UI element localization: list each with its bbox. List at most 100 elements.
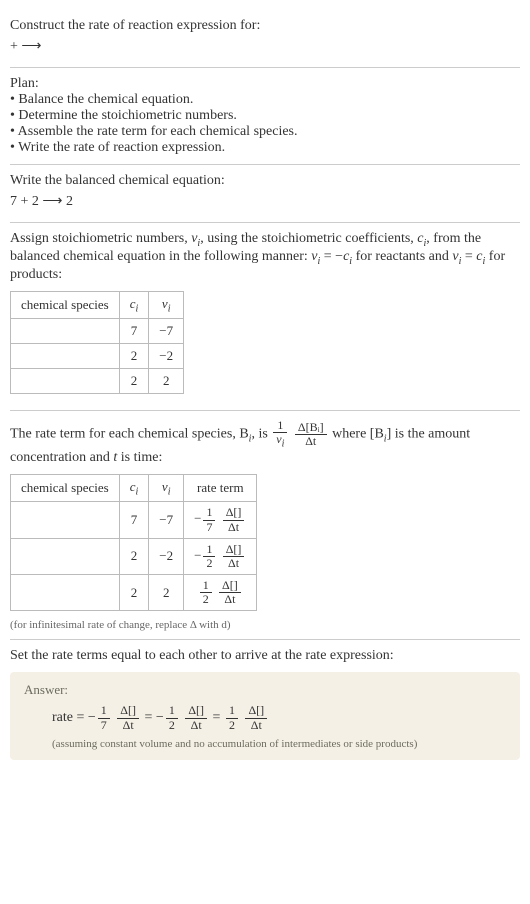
fraction: 12: [166, 704, 178, 731]
answer-expression: rate = −17 Δ[]Δt = −12 Δ[]Δt = 12 Δ[]Δt: [24, 704, 506, 731]
text: The rate term for each chemical species,…: [10, 427, 249, 442]
fraction: 17: [98, 704, 110, 731]
rateterm-section: The rate term for each chemical species,…: [10, 411, 520, 640]
sub-i: i: [282, 439, 285, 450]
plan-item: • Balance the chemical equation.: [10, 92, 520, 108]
equals: =: [145, 710, 156, 725]
fraction: 17: [203, 506, 215, 533]
frac-den: 7: [203, 521, 215, 534]
final-title: Set the rate terms equal to each other t…: [10, 648, 520, 664]
stoich-section: Assign stoichiometric numbers, νi, using…: [10, 223, 520, 411]
table-row: 2 2: [11, 369, 184, 394]
cell-c: 2: [119, 344, 149, 369]
frac-num: 1: [200, 579, 212, 593]
cell-species: [11, 502, 120, 538]
table-row: 7 −7 −17 Δ[]Δt: [11, 502, 257, 538]
frac-num: Δ[]: [117, 704, 139, 718]
frac-den: 7: [98, 719, 110, 732]
frac-num: Δ[]: [185, 704, 207, 718]
cell-c: 7: [119, 502, 149, 538]
fraction: 12: [226, 704, 238, 731]
frac-den: Δt: [245, 719, 267, 732]
frac-den: 2: [200, 593, 212, 606]
text: , using the stoichiometric coefficients,: [200, 231, 417, 246]
frac-num: 1: [203, 543, 215, 557]
cell-species: [11, 344, 120, 369]
frac-num: Δ[Bᵢ]: [295, 421, 327, 435]
stoich-intro: Assign stoichiometric numbers, νi, using…: [10, 231, 520, 283]
cell-nu: −2: [149, 344, 184, 369]
frac-den: Δt: [117, 719, 139, 732]
frac-den: 2: [203, 557, 215, 570]
frac-den: Δt: [219, 593, 241, 606]
frac-den: Δt: [295, 435, 327, 448]
col-rateterm: rate term: [184, 474, 257, 502]
answer-note: (assuming constant volume and no accumul…: [24, 738, 506, 750]
answer-box: Answer: rate = −17 Δ[]Δt = −12 Δ[]Δt = 1…: [10, 672, 520, 759]
cell-rateterm: −17 Δ[]Δt: [184, 502, 257, 538]
sub-i: i: [168, 303, 171, 314]
cell-nu: −7: [149, 502, 184, 538]
answer-title: Answer:: [24, 682, 506, 698]
prompt-section: Construct the rate of reaction expressio…: [10, 8, 520, 68]
cell-nu: −7: [149, 319, 184, 344]
rate-label: rate =: [52, 710, 88, 725]
cell-rateterm: 12 Δ[]Δt: [184, 575, 257, 611]
fraction: Δ[]Δt: [245, 704, 267, 731]
table-row: 2 −2 −12 Δ[]Δt: [11, 538, 257, 574]
table-header-row: chemical species ci νi: [11, 291, 184, 319]
col-species: chemical species: [11, 474, 120, 502]
frac-den: Δt: [223, 557, 245, 570]
table-row: 7 −7: [11, 319, 184, 344]
table-row: 2 −2: [11, 344, 184, 369]
col-species: chemical species: [11, 291, 120, 319]
fraction: Δ[]Δt: [223, 506, 245, 533]
col-ci: ci: [119, 474, 149, 502]
sign: −: [194, 511, 201, 526]
frac-num: 1: [273, 419, 287, 433]
plan-section: Plan: • Balance the chemical equation. •…: [10, 68, 520, 165]
frac-num: Δ[]: [223, 506, 245, 520]
fraction: Δ[]Δt: [219, 579, 241, 606]
text: for reactants and: [352, 249, 452, 264]
prompt-equation: + ⟶: [10, 38, 520, 55]
fraction: 12: [200, 579, 212, 606]
cell-c: 2: [119, 369, 149, 394]
cell-nu: 2: [149, 369, 184, 394]
text: =: [461, 249, 476, 264]
cell-c: 2: [119, 575, 149, 611]
balance-title: Write the balanced chemical equation:: [10, 173, 520, 189]
rateterm-table: chemical species ci νi rate term 7 −7 −1…: [10, 474, 257, 612]
rateterm-caption: (for infinitesimal rate of change, repla…: [10, 619, 520, 631]
text: = −: [320, 249, 343, 264]
frac-den: 2: [166, 719, 178, 732]
plan-item: • Determine the stoichiometric numbers.: [10, 108, 520, 124]
sub-i: i: [136, 303, 139, 314]
plan-item: • Assemble the rate term for each chemic…: [10, 124, 520, 140]
col-nui: νi: [149, 474, 184, 502]
sign: −: [88, 710, 96, 725]
cell-c: 7: [119, 319, 149, 344]
cell-nu: 2: [149, 575, 184, 611]
frac-den: Δt: [185, 719, 207, 732]
plan-item: • Write the rate of reaction expression.: [10, 140, 520, 156]
cell-nu: −2: [149, 538, 184, 574]
frac-num: Δ[]: [219, 579, 241, 593]
final-section: Set the rate terms equal to each other t…: [10, 640, 520, 767]
frac-num: 1: [203, 506, 215, 520]
stoich-table: chemical species ci νi 7 −7 2 −2 2 2: [10, 291, 184, 395]
sub-i: i: [136, 486, 139, 497]
plan-title: Plan:: [10, 76, 520, 92]
cell-c: 2: [119, 538, 149, 574]
equals: =: [213, 710, 224, 725]
frac-den: νi: [273, 433, 287, 449]
frac-num: 1: [98, 704, 110, 718]
fraction-dB-dt: Δ[Bᵢ]Δt: [295, 421, 327, 448]
fraction: 12: [203, 543, 215, 570]
cell-species: [11, 575, 120, 611]
cell-species: [11, 319, 120, 344]
prompt-line1: Construct the rate of reaction expressio…: [10, 18, 520, 34]
fraction: Δ[]Δt: [117, 704, 139, 731]
frac-den: Δt: [223, 521, 245, 534]
text: is time:: [117, 450, 162, 465]
